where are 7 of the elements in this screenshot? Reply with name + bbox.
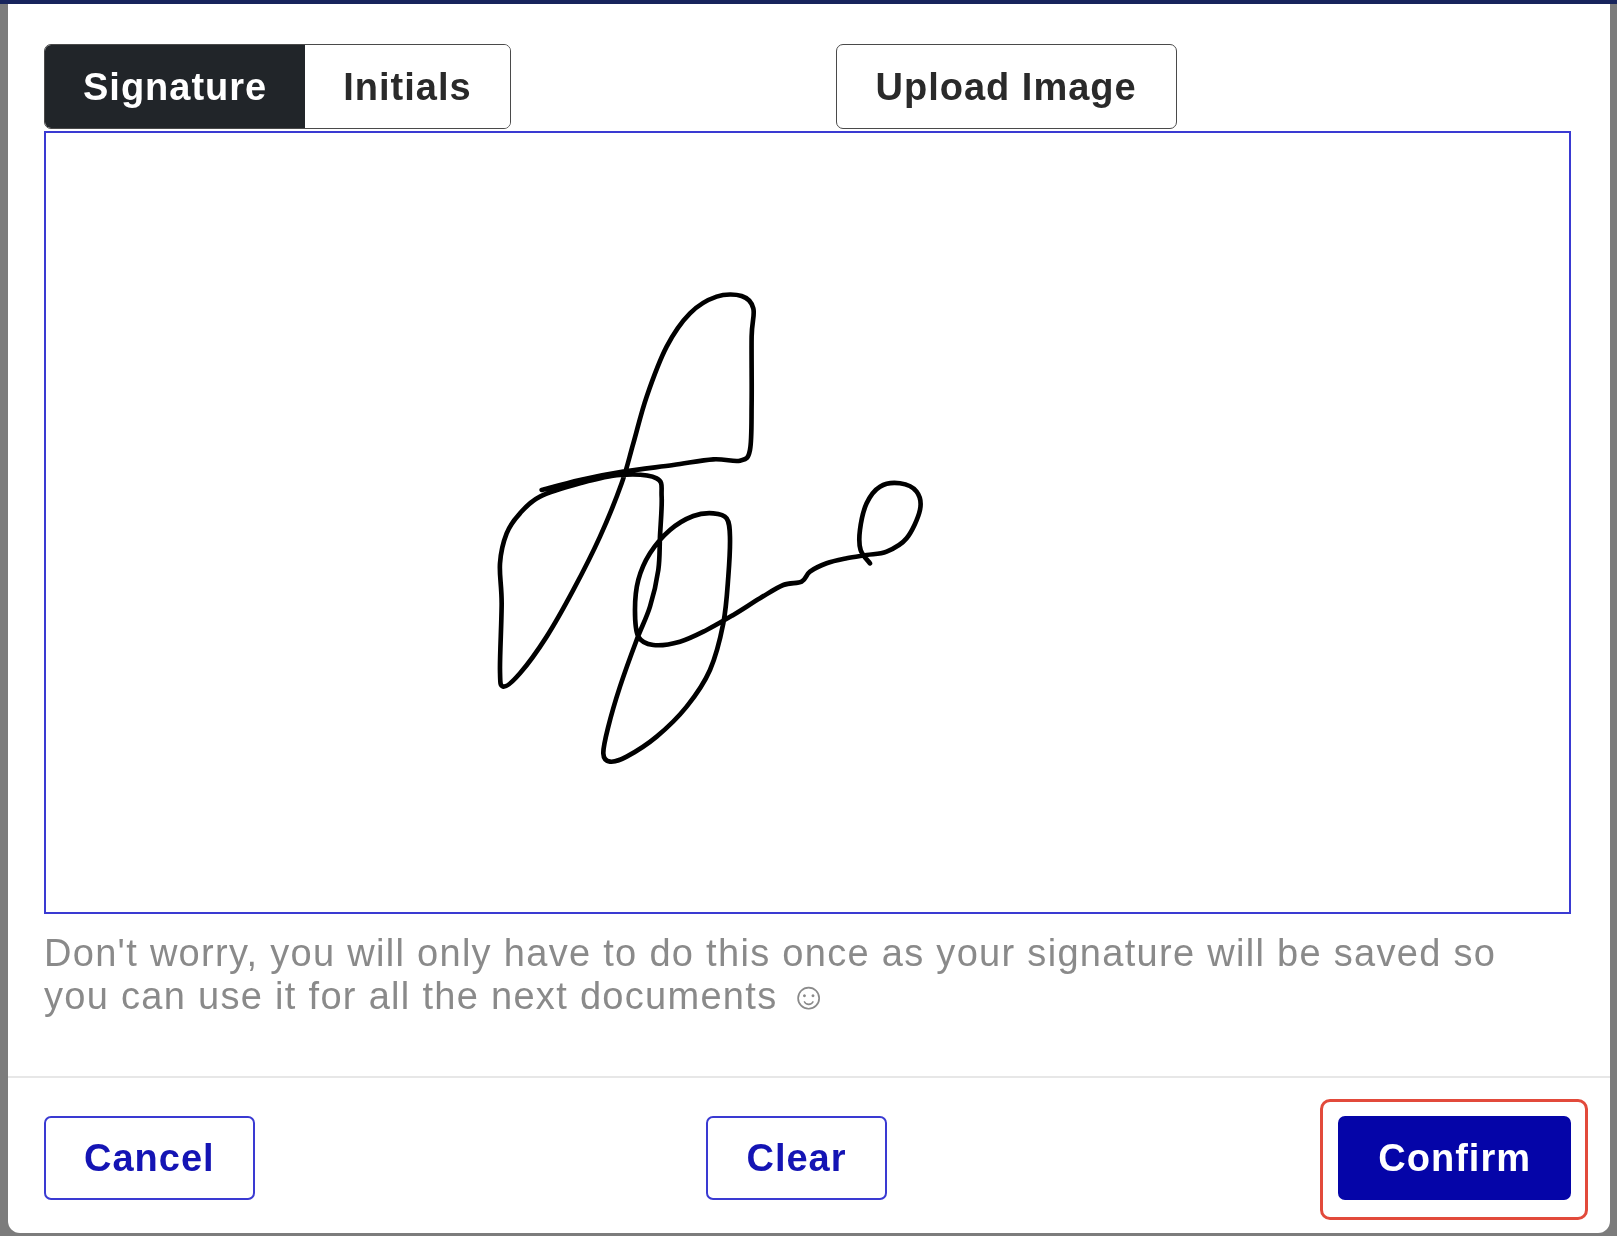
tab[interactable]: Signature [45,45,306,128]
cancel-button[interactable]: Cancel [44,1116,255,1200]
signature-pad[interactable] [44,131,1571,914]
hint-text: Don't worry, you will only have to do this once as your signature will be saved so you can use it for all the next documents ☺ [44,932,1498,1018]
upload-image-button[interactable]: Upload Image [835,44,1177,129]
confirm-button[interactable]: Confirm [1338,1116,1571,1200]
clear-button[interactable]: Clear [706,1116,887,1200]
